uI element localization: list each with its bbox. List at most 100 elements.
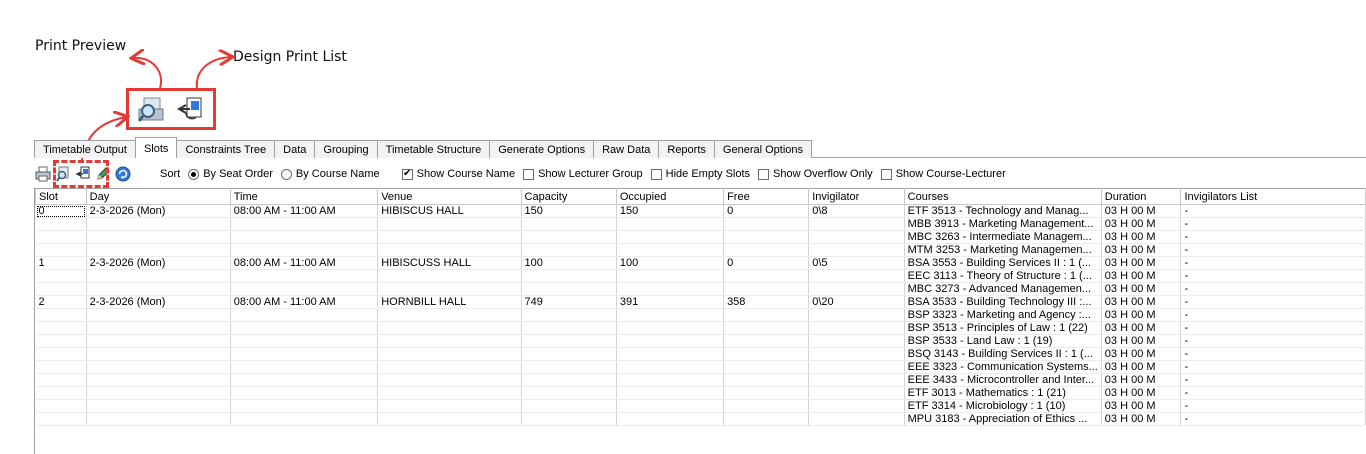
- cell-invigilator[interactable]: [808, 243, 905, 257]
- cell-capacity[interactable]: [521, 373, 617, 387]
- cell-free[interactable]: [723, 373, 810, 387]
- cell-day[interactable]: [86, 321, 231, 335]
- cell-capacity[interactable]: 749: [521, 295, 617, 309]
- cell-venue[interactable]: [377, 399, 522, 413]
- table-row[interactable]: EEC 3113 - Theory of Structure : 1 (... 0…: [35, 269, 1366, 283]
- cell-time[interactable]: [230, 282, 379, 296]
- cell-invigilators-list[interactable]: -: [1180, 347, 1366, 361]
- cell-slot[interactable]: [35, 334, 87, 348]
- cell-slot[interactable]: [35, 399, 87, 413]
- cell-occupied[interactable]: 391: [616, 295, 725, 309]
- cell-capacity[interactable]: [521, 282, 617, 296]
- cell-occupied[interactable]: [616, 282, 725, 296]
- col-header-courses[interactable]: Courses: [903, 188, 1102, 205]
- cell-free[interactable]: 0: [723, 204, 810, 218]
- cell-invigilator[interactable]: [808, 386, 905, 400]
- cell-free[interactable]: [723, 399, 810, 413]
- cell-duration[interactable]: 03 H 00 M: [1101, 386, 1182, 400]
- cell-slot[interactable]: [35, 347, 87, 361]
- cell-occupied[interactable]: [616, 321, 725, 335]
- cell-slot[interactable]: 2: [35, 295, 87, 309]
- cell-invigilators-list[interactable]: -: [1180, 412, 1366, 426]
- cell-invigilator[interactable]: [808, 230, 905, 244]
- cell-venue[interactable]: [377, 360, 522, 374]
- cell-courses[interactable]: MBC 3263 - Intermediate Managem...: [904, 230, 1102, 244]
- cell-courses[interactable]: BSA 3533 - Building Technology III :...: [904, 295, 1102, 309]
- cell-occupied[interactable]: [616, 373, 725, 387]
- col-header-capacity[interactable]: Capacity: [520, 188, 617, 205]
- hide-empty-slots-checkbox[interactable]: Hide Empty Slots: [650, 168, 750, 180]
- table-row[interactable]: 1 2-3-2026 (Mon) 08:00 AM - 11:00 AM HIBISC…: [35, 256, 1366, 270]
- table-row[interactable]: BSP 3323 - Marketing and Agency :... 03 H…: [35, 308, 1366, 322]
- cell-capacity[interactable]: [521, 321, 617, 335]
- col-header-occupied[interactable]: Occupied: [615, 188, 725, 205]
- cell-occupied[interactable]: [616, 412, 725, 426]
- cell-day[interactable]: [86, 386, 231, 400]
- cell-time[interactable]: [230, 321, 379, 335]
- cell-invigilators-list[interactable]: -: [1180, 308, 1366, 322]
- table-row[interactable]: BSQ 3143 - Building Services II : 1 (...…: [35, 347, 1366, 361]
- tab-generate-options[interactable]: Generate Options: [489, 140, 595, 158]
- cell-free[interactable]: [723, 217, 810, 231]
- cell-courses[interactable]: MBB 3913 - Marketing Management...: [904, 217, 1102, 231]
- cell-venue[interactable]: HIBISCUS HALL: [377, 204, 522, 218]
- cell-duration[interactable]: 03 H 00 M: [1101, 360, 1182, 374]
- cell-venue[interactable]: [377, 321, 522, 335]
- cell-invigilator[interactable]: 0\8: [808, 204, 905, 218]
- cell-duration[interactable]: 03 H 00 M: [1101, 295, 1182, 309]
- cell-capacity[interactable]: [521, 243, 617, 257]
- col-header-duration[interactable]: Duration: [1100, 188, 1182, 205]
- col-header-venue[interactable]: Venue: [377, 188, 522, 205]
- cell-free[interactable]: [723, 386, 810, 400]
- cell-invigilator[interactable]: [808, 399, 905, 413]
- tab-timetable-structure[interactable]: Timetable Structure: [376, 140, 491, 158]
- cell-capacity[interactable]: [521, 360, 617, 374]
- cell-duration[interactable]: 03 H 00 M: [1101, 230, 1182, 244]
- cell-venue[interactable]: [377, 217, 522, 231]
- cell-courses[interactable]: ETF 3314 - Microbiology : 1 (10): [904, 399, 1102, 413]
- tab-grouping[interactable]: Grouping: [314, 140, 378, 158]
- cell-courses[interactable]: BSQ 3143 - Building Services II : 1 (...: [904, 347, 1102, 361]
- cell-day[interactable]: [86, 399, 231, 413]
- cell-time[interactable]: [230, 230, 379, 244]
- cell-invigilator[interactable]: [808, 308, 905, 322]
- tab-data[interactable]: Data: [274, 140, 316, 158]
- slots-grid[interactable]: Slot Day Time Venue Capacity Occupied Fr…: [34, 188, 1366, 454]
- sort-by-course-name-radio[interactable]: By Course Name: [280, 168, 380, 180]
- cell-capacity[interactable]: [521, 386, 617, 400]
- sort-by-seat-order-radio[interactable]: By Seat Order: [188, 168, 273, 180]
- cell-occupied[interactable]: [616, 347, 725, 361]
- cell-duration[interactable]: 03 H 00 M: [1101, 308, 1182, 322]
- cell-time[interactable]: 08:00 AM - 11:00 AM: [230, 204, 379, 218]
- cell-invigilator[interactable]: [808, 360, 905, 374]
- show-overflow-only-checkbox[interactable]: Show Overflow Only: [758, 168, 873, 180]
- cell-day[interactable]: 2-3-2026 (Mon): [86, 256, 231, 270]
- tab-constraints-tree[interactable]: Constraints Tree: [176, 140, 276, 158]
- cell-day[interactable]: [86, 269, 231, 283]
- cell-slot[interactable]: 0: [35, 204, 87, 218]
- cell-day[interactable]: [86, 360, 231, 374]
- cell-day[interactable]: [86, 347, 231, 361]
- cell-invigilators-list[interactable]: -: [1180, 204, 1366, 218]
- cell-duration[interactable]: 03 H 00 M: [1101, 269, 1182, 283]
- table-row[interactable]: 0 2-3-2026 (Mon) 08:00 AM - 11:00 AM HIBISC…: [35, 204, 1366, 218]
- cell-capacity[interactable]: 100: [521, 256, 617, 270]
- cell-courses[interactable]: BSP 3533 - Land Law : 1 (19): [904, 334, 1102, 348]
- cell-time[interactable]: 08:00 AM - 11:00 AM: [230, 295, 379, 309]
- table-row[interactable]: MBC 3263 - Intermediate Managem... 03 H 0…: [35, 230, 1366, 244]
- cell-venue[interactable]: [377, 386, 522, 400]
- cell-slot[interactable]: [35, 373, 87, 387]
- cell-courses[interactable]: EEE 3323 - Communication Systems...: [904, 360, 1102, 374]
- cell-time[interactable]: [230, 347, 379, 361]
- cell-duration[interactable]: 03 H 00 M: [1101, 282, 1182, 296]
- cell-venue[interactable]: [377, 269, 522, 283]
- cell-day[interactable]: [86, 217, 231, 231]
- cell-free[interactable]: [723, 230, 810, 244]
- cell-time[interactable]: [230, 412, 379, 426]
- cell-invigilators-list[interactable]: -: [1180, 373, 1366, 387]
- cell-occupied[interactable]: [616, 217, 725, 231]
- tab-slots[interactable]: Slots: [134, 137, 178, 158]
- cell-time[interactable]: [230, 373, 379, 387]
- cell-venue[interactable]: [377, 308, 522, 322]
- cell-free[interactable]: [723, 334, 810, 348]
